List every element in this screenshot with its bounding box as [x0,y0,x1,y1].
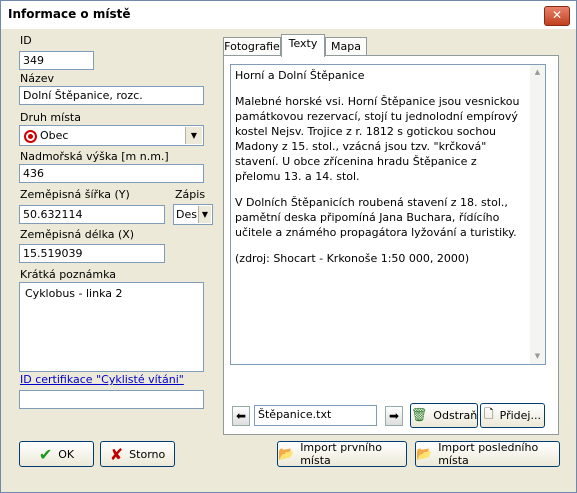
tab-photos-label: Fotografie [224,40,280,53]
note-label: Krátká poznámka [20,268,117,281]
add-text-label: Přidej... [499,409,541,422]
name-label: Název [20,72,55,85]
cancel-x-icon: ✘ [109,444,124,464]
import-last-button[interactable]: 📂 Import posledního místa [415,441,560,467]
format-label: Zápis [175,188,206,201]
scroll-up-icon[interactable]: ▲ [530,65,545,80]
type-select[interactable]: Obec ▼ [19,125,204,146]
delete-text-label: Odstraň [433,409,478,422]
note-textarea[interactable]: Cyklobus - linka 2 [19,282,204,372]
format-select-value: Des [176,208,197,221]
title-bar: Informace o místě ✕ [1,1,576,29]
vertical-scrollbar[interactable]: ▲ ▼ [530,65,545,364]
window-title: Informace o místě [8,7,131,21]
cancel-button[interactable]: ✘ Storno [100,441,175,467]
certification-link[interactable]: ID certifikace "Cyklisté vítáni" [20,373,184,386]
text-content-area[interactable]: Horní a Dolní Štěpanice Malebné horské v… [230,64,546,365]
name-field[interactable]: Dolní Štěpanice, rozc. [19,86,204,105]
folder-open-icon: 📂 [278,446,295,462]
tab-texts-label: Texty [288,37,318,50]
dialog-body: ID 349 Název Dolní Štěpanice, rozc. Druh… [1,29,576,492]
next-file-button[interactable]: ➡ [385,406,403,426]
add-text-button[interactable]: 🗋 Přidej... [480,403,545,428]
arrow-right-icon: ➡ [388,409,400,423]
import-last-label: Import posledního místa [438,441,539,467]
certification-field[interactable] [19,390,204,409]
note-text: Cyklobus - linka 2 [25,287,123,300]
longitude-label: Zeměpisná délka (X) [20,228,135,241]
place-info-dialog: Informace o místě ✕ ID 349 Název Dolní Š… [0,0,577,493]
ok-label: OK [58,447,75,461]
scroll-down-icon[interactable]: ▼ [530,349,545,364]
tab-map[interactable]: Mapa [325,37,367,57]
altitude-label: Nadmořská výška [m n.m.] [20,150,169,163]
text-paragraph: Malebné horské vsi. Horní Štěpanice jsou… [235,95,520,183]
format-select[interactable]: Des ▼ [173,204,213,225]
folder-open-icon: 📂 [416,446,433,462]
trash-icon: 🗑 [410,408,428,423]
arrow-left-icon: ⬅ [235,409,247,423]
altitude-field[interactable]: 436 [19,164,204,183]
text-paragraph: (zdroj: Shocart - Krkonoše 1:50 000, 200… [235,252,470,265]
chevron-down-icon: ▼ [198,206,211,223]
close-icon: ✕ [551,8,563,22]
tab-map-label: Mapa [331,40,361,53]
text-paragraph: V Dolních Štěpanicích roubená stavení z … [235,196,517,239]
latitude-field[interactable]: 50.632114 [19,205,165,224]
id-label: ID [20,34,32,47]
town-marker-icon [24,130,37,143]
tab-photos[interactable]: Fotografie [223,37,281,57]
id-field[interactable]: 349 [19,51,94,70]
longitude-field[interactable]: 15.519039 [19,244,165,263]
text-paragraph: Horní a Dolní Štěpanice [235,69,365,82]
file-name-field[interactable]: Štěpanice.txt [254,405,377,426]
import-first-button[interactable]: 📂 Import prvního místa [277,441,407,467]
delete-text-button[interactable]: 🗑 Odstraň [410,403,478,428]
text-content: Horní a Dolní Štěpanice Malebné horské v… [235,68,525,277]
new-document-icon: 🗋 [484,407,494,421]
cancel-label: Storno [129,447,166,461]
import-first-label: Import prvního místa [300,441,382,467]
type-label: Druh místa [20,111,81,124]
tab-texts[interactable]: Texty [281,34,325,57]
latitude-label: Zeměpisná šířka (Y) [20,188,130,201]
previous-file-button[interactable]: ⬅ [232,406,250,426]
chevron-down-icon: ▼ [185,127,202,144]
close-button[interactable]: ✕ [544,6,570,26]
ok-button[interactable]: ✔ OK [19,441,94,467]
type-select-value: Obec [40,129,69,142]
checkmark-icon: ✔ [38,444,53,464]
